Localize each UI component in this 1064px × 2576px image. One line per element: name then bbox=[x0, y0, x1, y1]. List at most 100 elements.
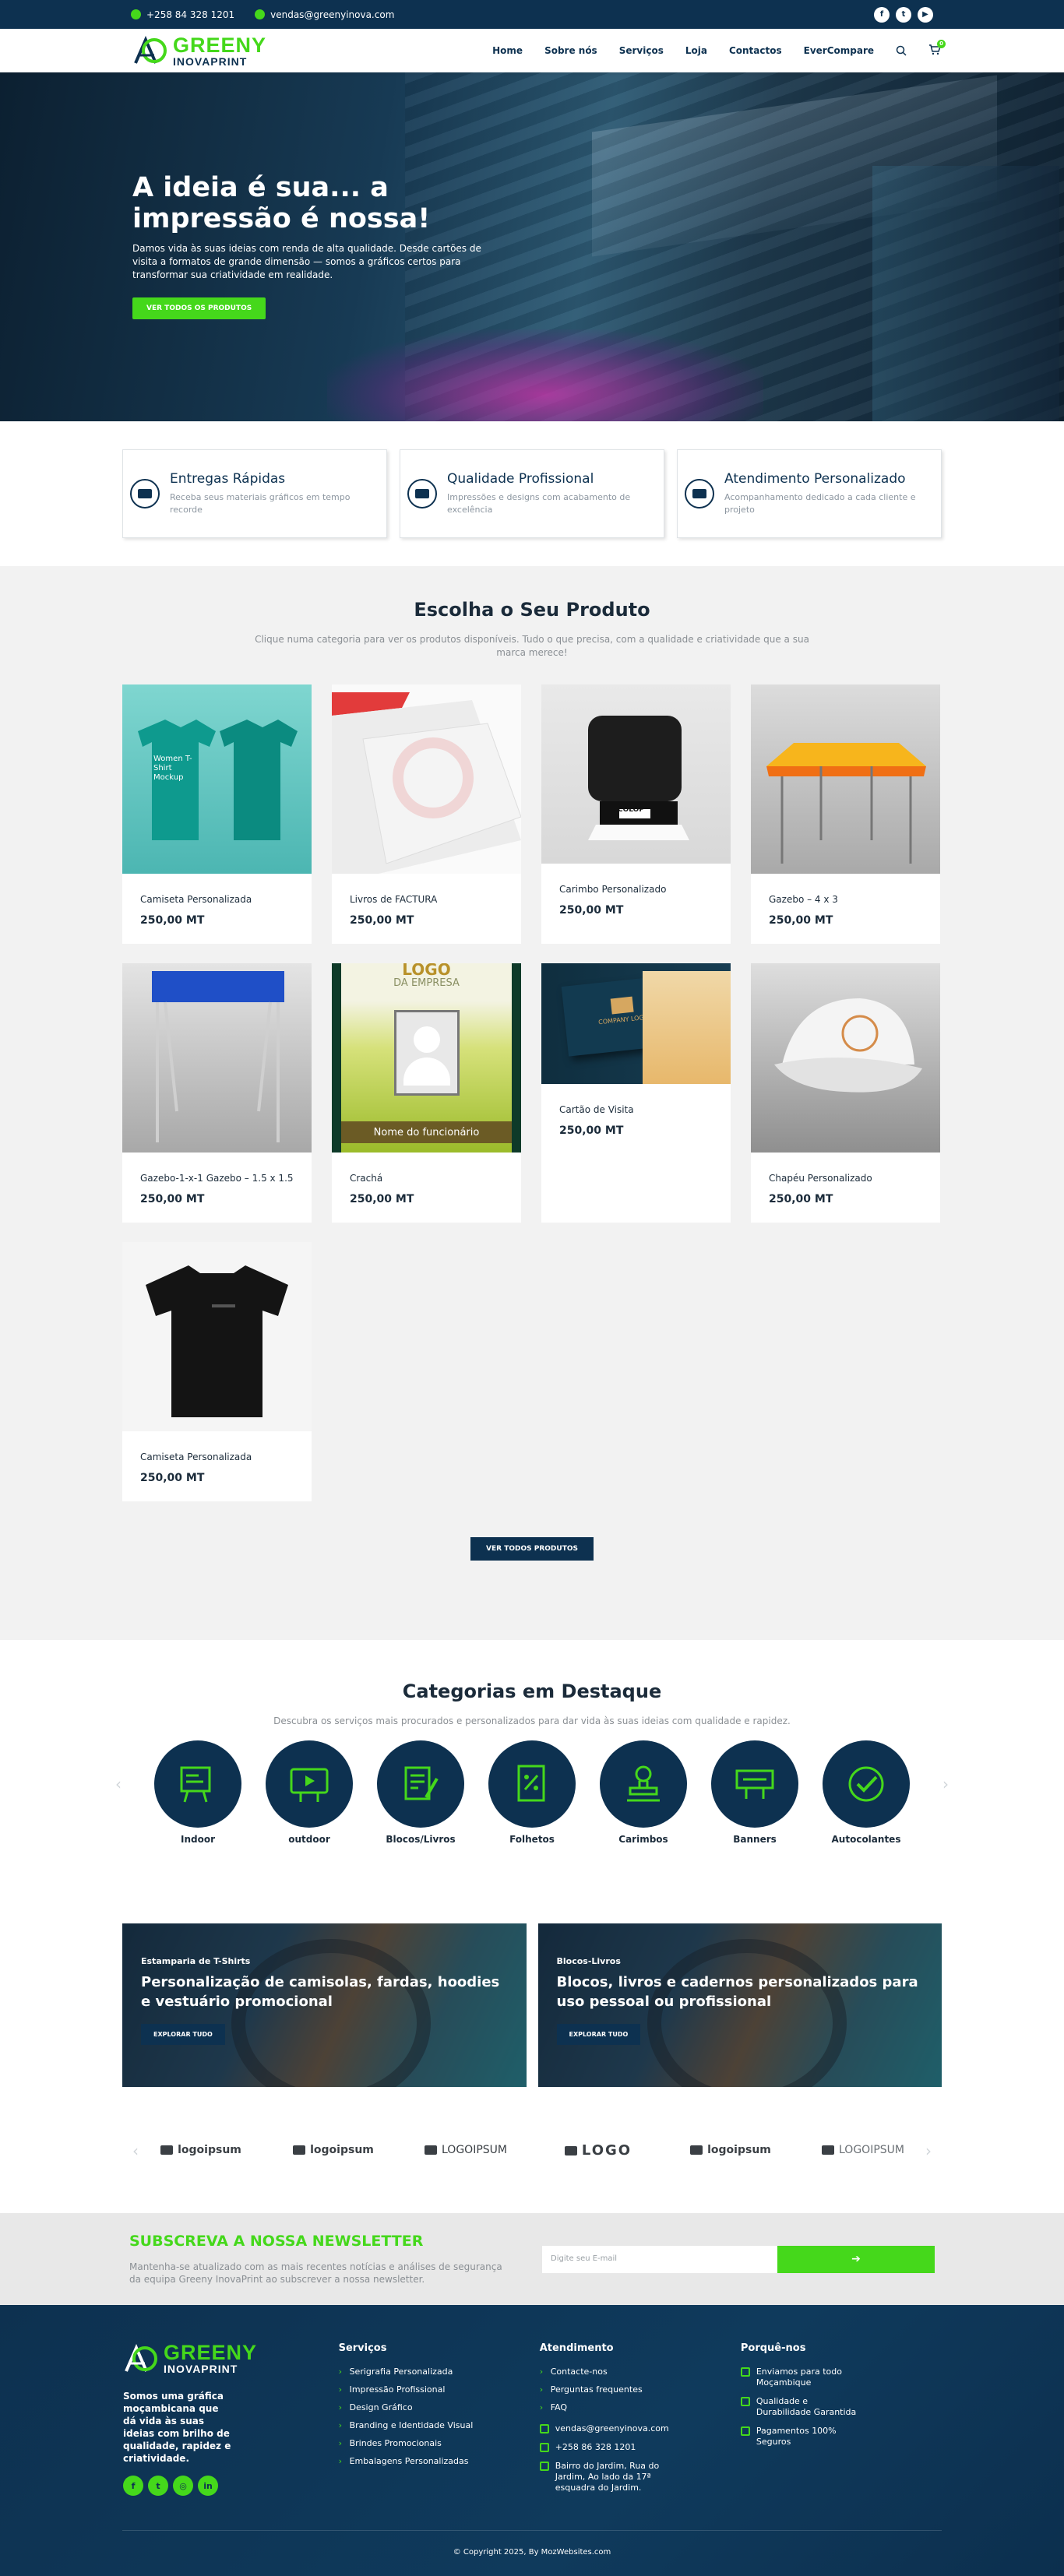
book-icon bbox=[404, 1766, 439, 1800]
product-card[interactable]: Gazebo-1-x-1 Gazebo – 1.5 x 1.5 250,00 MT bbox=[122, 963, 312, 1223]
product-price: 250,00 MT bbox=[140, 1472, 205, 1484]
product-image[interactable]: COMPANY LOGO bbox=[541, 963, 731, 1084]
product-card[interactable]: Chapéu Personalizado 250,00 MT bbox=[751, 963, 940, 1223]
product-name[interactable]: Camiseta Personalizada bbox=[140, 894, 294, 905]
linkedin-icon[interactable]: in bbox=[198, 2476, 218, 2496]
footer-link[interactable]: Impressão Profissional bbox=[339, 2384, 540, 2395]
product-image[interactable] bbox=[751, 963, 940, 1153]
product-name[interactable]: Gazebo – 4 x 3 bbox=[769, 894, 922, 905]
product-name[interactable]: Chapéu Personalizado bbox=[769, 1173, 922, 1184]
footer-support-title: Atendimento bbox=[539, 2342, 614, 2354]
logo-line2: INOVAPRINT bbox=[164, 2363, 238, 2375]
product-name[interactable]: Carimbo Personalizado bbox=[559, 884, 713, 895]
hero-machine-graphic bbox=[872, 166, 1059, 421]
promo-banner-tshirts[interactable]: Estamparia de T-Shirts Personalização de… bbox=[122, 1923, 527, 2087]
nav-contactos[interactable]: Contactos bbox=[729, 45, 782, 56]
footer-email[interactable]: vendas@greenyinova.com bbox=[539, 2423, 741, 2434]
outdoor-icon bbox=[290, 1768, 329, 1802]
carousel-prev-icon[interactable]: ‹ bbox=[115, 1775, 122, 1793]
categories-subtitle: Descubra os serviços mais procurados e p… bbox=[273, 1716, 791, 1726]
product-image[interactable] bbox=[122, 1242, 312, 1431]
youtube-icon[interactable]: ▶ bbox=[918, 6, 933, 23]
product-card[interactable]: Gazebo – 4 x 3 250,00 MT bbox=[751, 684, 940, 944]
footer-link[interactable]: Branding e Identidade Visual bbox=[339, 2420, 540, 2430]
product-name[interactable]: Gazebo-1-x-1 Gazebo – 1.5 x 1.5 bbox=[140, 1173, 294, 1184]
newsletter-email-input[interactable]: Digite seu E-mail bbox=[542, 2245, 777, 2273]
badge-employee-text: Nome do funcionário bbox=[341, 1121, 512, 1143]
footer-link[interactable]: Brindes Promocionais bbox=[339, 2438, 540, 2448]
product-price: 250,00 MT bbox=[350, 914, 414, 927]
location-pin-icon bbox=[539, 2462, 549, 2471]
category-carimbos[interactable]: Carimbos bbox=[600, 1740, 687, 1845]
product-name[interactable]: Crachá bbox=[350, 1173, 503, 1184]
category-blocos[interactable]: Blocos/Livros bbox=[377, 1740, 464, 1845]
topbar-email[interactable]: vendas@greenyinova.com bbox=[255, 9, 394, 20]
category-banners[interactable]: Banners bbox=[711, 1740, 798, 1845]
nav-sobre[interactable]: Sobre nós bbox=[544, 45, 597, 56]
product-name[interactable]: Camiseta Personalizada bbox=[140, 1452, 294, 1462]
nav-evercompare[interactable]: EverCompare bbox=[804, 45, 874, 56]
product-card[interactable]: Women T-Shirt Mockup Camiseta Personaliz… bbox=[122, 684, 312, 944]
category-folhetos[interactable]: Folhetos bbox=[488, 1740, 576, 1845]
search-icon[interactable] bbox=[896, 45, 907, 56]
nav-loja[interactable]: Loja bbox=[685, 45, 707, 56]
footer-link[interactable]: Perguntas frequentes bbox=[540, 2384, 741, 2395]
footer-link[interactable]: FAQ bbox=[540, 2402, 741, 2412]
footer-link[interactable]: Embalagens Personalizadas bbox=[339, 2456, 540, 2466]
view-all-products-button[interactable]: VER TODOS PRODUTOS bbox=[470, 1537, 594, 1561]
product-image[interactable] bbox=[332, 684, 521, 874]
hero-products-button[interactable]: VER TODOS OS PRODUTOS bbox=[132, 297, 266, 319]
partner-logo-icon bbox=[293, 2145, 306, 2155]
nav-servicos[interactable]: Serviços bbox=[619, 45, 664, 56]
category-outdoor[interactable]: outdoor bbox=[266, 1740, 353, 1845]
footer-phone[interactable]: +258 86 328 1201 bbox=[539, 2442, 741, 2453]
product-image[interactable] bbox=[122, 963, 312, 1153]
instagram-icon[interactable]: ◎ bbox=[173, 2476, 193, 2496]
feature-title: Qualidade Profissional bbox=[447, 471, 594, 487]
product-card[interactable]: Camiseta Personalizada 250,00 MT bbox=[122, 1242, 312, 1501]
topbar-phone[interactable]: +258 84 328 1201 bbox=[131, 9, 234, 20]
promo-banner-blocos[interactable]: Blocos-Livros Blocos, livros e cadernos … bbox=[537, 1923, 942, 2087]
nav-home[interactable]: Home bbox=[492, 45, 523, 56]
category-autocolantes[interactable]: Autocolantes bbox=[823, 1740, 910, 1845]
carousel-next-icon[interactable]: › bbox=[942, 1775, 949, 1793]
sticker-icon bbox=[848, 1766, 884, 1802]
footer-link[interactable]: Design Gráfico bbox=[339, 2402, 540, 2412]
category-indoor[interactable]: Indoor bbox=[154, 1740, 241, 1845]
footer-why-item: Enviamos para todo Moçambique bbox=[740, 2367, 942, 2388]
logo-mark-icon bbox=[134, 35, 167, 64]
product-card[interactable]: COMPANY LOGO Cartão de Visita 250,00 MT bbox=[541, 963, 731, 1223]
footer-link[interactable]: Contacte-nos bbox=[540, 2367, 741, 2377]
product-image[interactable]: Women T-Shirt Mockup bbox=[122, 684, 312, 874]
credit-card-icon bbox=[740, 2426, 750, 2436]
site-logo[interactable]: GREENY INOVAPRINT bbox=[132, 34, 266, 67]
product-card[interactable]: COLOP Carimbo Personalizado 250,00 MT bbox=[541, 684, 731, 944]
product-image[interactable]: COLOP bbox=[541, 684, 731, 864]
product-name[interactable]: Cartão de Visita bbox=[559, 1104, 713, 1115]
facebook-icon[interactable]: f bbox=[874, 6, 890, 23]
category-label: Blocos/Livros bbox=[386, 1834, 456, 1845]
cart-button[interactable]: 0 bbox=[928, 39, 946, 58]
mail-icon bbox=[255, 9, 266, 19]
product-image[interactable] bbox=[751, 684, 940, 874]
mockup-label: Women T-Shirt Mockup bbox=[153, 755, 192, 782]
product-image[interactable]: LOGO DA EMPRESA Nome do funcionário bbox=[332, 963, 521, 1153]
newsletter-section: SUBSCREVA A NOSSA NEWSLETTER Mantenha-se… bbox=[0, 2213, 1064, 2305]
footer-link[interactable]: Serigrafia Personalizada bbox=[339, 2367, 540, 2377]
product-card[interactable]: Livros de FACTURA 250,00 MT bbox=[332, 684, 521, 944]
footer-logo[interactable]: GREENY INOVAPRINT bbox=[123, 2342, 339, 2374]
logos-next-icon[interactable]: › bbox=[925, 2141, 932, 2160]
logo-line1: GREENY bbox=[164, 2341, 258, 2364]
banner-explore-button[interactable]: EXPLORAR TUDO bbox=[556, 2024, 641, 2045]
twitter-icon[interactable]: t bbox=[148, 2476, 168, 2496]
twitter-icon[interactable]: t bbox=[896, 6, 911, 23]
award-icon bbox=[740, 2397, 750, 2406]
product-card[interactable]: LOGO DA EMPRESA Nome do funcionário Crac… bbox=[332, 963, 521, 1223]
product-name[interactable]: Livros de FACTURA bbox=[350, 894, 503, 905]
facebook-icon[interactable]: f bbox=[123, 2476, 143, 2496]
category-label: Indoor bbox=[180, 1834, 215, 1845]
feature-text: Impressões e designs com acabamento de e… bbox=[447, 492, 631, 515]
newsletter-submit-button[interactable]: ➔ bbox=[777, 2245, 935, 2273]
banner-explore-button[interactable]: EXPLORAR TUDO bbox=[141, 2024, 225, 2045]
logos-prev-icon[interactable]: ‹ bbox=[132, 2141, 139, 2160]
